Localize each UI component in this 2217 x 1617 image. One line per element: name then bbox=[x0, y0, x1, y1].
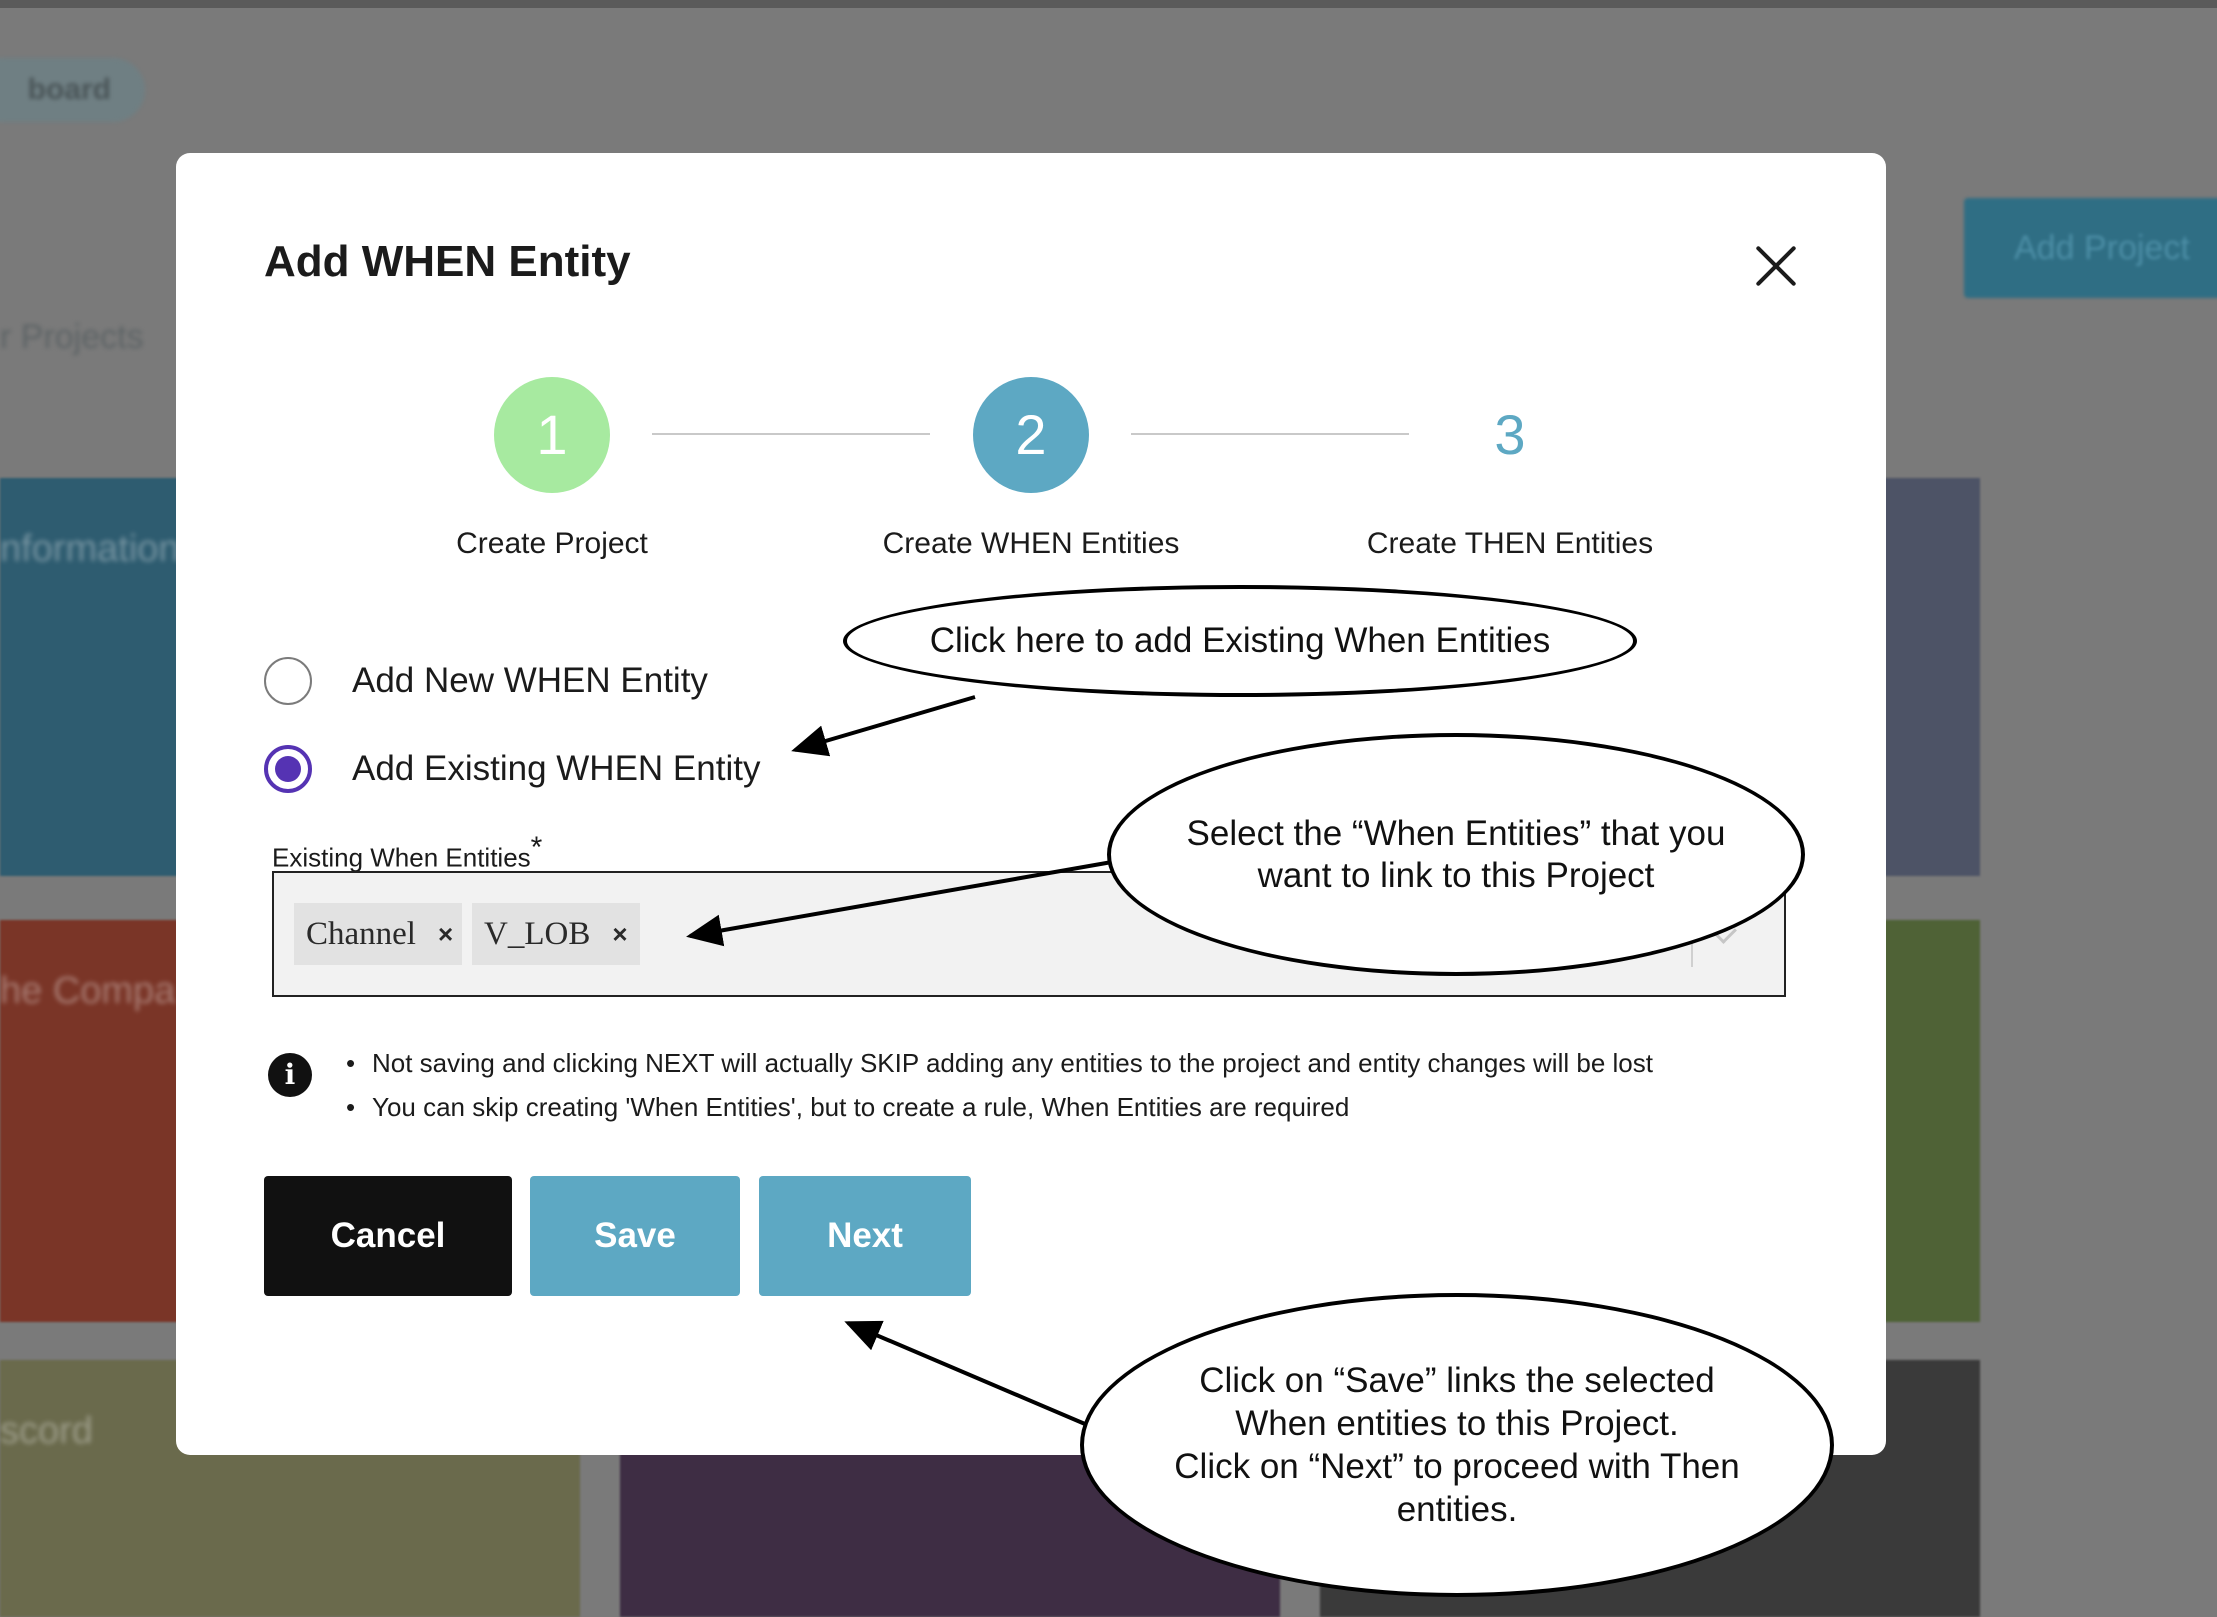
step-2-circle: 2 bbox=[973, 377, 1089, 493]
background-breadcrumb: board bbox=[0, 58, 145, 122]
background-topbar bbox=[0, 0, 2217, 8]
annotation-text: Click on “Save” links the selected When … bbox=[1174, 1361, 1740, 1529]
close-icon[interactable] bbox=[1753, 243, 1799, 289]
annotation-callout-select: Select the “When Entities” that you want… bbox=[1107, 733, 1805, 976]
chip-remove-icon[interactable]: × bbox=[438, 919, 453, 950]
background-tile-label: scord bbox=[0, 1410, 93, 1452]
chip-label: V_LOB bbox=[484, 915, 591, 952]
modal-title: Add WHEN Entity bbox=[264, 237, 631, 286]
radio-add-new-when-entity[interactable]: Add New WHEN Entity bbox=[264, 653, 708, 709]
radio-button-checked[interactable] bbox=[264, 745, 312, 793]
step-3-number: 3 bbox=[1494, 403, 1526, 466]
existing-when-entities-label: Existing When Entities* bbox=[272, 831, 542, 874]
background-tile: he Compa bbox=[0, 920, 190, 1322]
radio-label: Add New WHEN Entity bbox=[352, 661, 708, 700]
stepper-connector bbox=[652, 433, 930, 435]
required-mark: * bbox=[530, 831, 543, 864]
step-3-label: Create THEN Entities bbox=[1366, 527, 1654, 560]
radio-label: Add Existing WHEN Entity bbox=[352, 749, 761, 788]
radio-button-unchecked[interactable] bbox=[264, 657, 312, 705]
step-1-label: Create Project bbox=[456, 527, 648, 560]
background-heading: r Projects bbox=[0, 318, 144, 356]
next-button[interactable]: Next bbox=[759, 1176, 971, 1296]
selected-chip-v-lob: V_LOB × bbox=[472, 903, 640, 965]
step-1-circle: 1 bbox=[494, 377, 610, 493]
annotation-text: Select the “When Entities” that you want… bbox=[1186, 813, 1726, 895]
info-note: You can skip creating 'When Entities', b… bbox=[346, 1085, 1653, 1129]
field-label-text: Existing When Entities bbox=[272, 842, 531, 873]
background-add-project-button: Add Project bbox=[1964, 198, 2217, 298]
background-tile-label: nformation bbox=[0, 528, 180, 570]
info-note: Not saving and clicking NEXT will actual… bbox=[346, 1041, 1653, 1085]
background-tile: nformation bbox=[0, 478, 190, 876]
annotation-callout-existing: Click here to add Existing When Entities bbox=[843, 585, 1637, 697]
info-notes: Not saving and clicking NEXT will actual… bbox=[346, 1041, 1653, 1129]
background-tile bbox=[1880, 478, 1980, 876]
info-icon: i bbox=[268, 1053, 312, 1097]
save-button[interactable]: Save bbox=[530, 1176, 740, 1296]
selected-chip-channel: Channel × bbox=[294, 903, 462, 965]
stepper-connector bbox=[1131, 433, 1409, 435]
chip-label: Channel bbox=[306, 915, 416, 952]
background-tile bbox=[1880, 920, 1980, 1322]
annotation-callout-save-next: Click on “Save” links the selected When … bbox=[1080, 1293, 1834, 1597]
chip-remove-icon[interactable]: × bbox=[612, 919, 627, 950]
background-tile-label: he Compa bbox=[0, 970, 176, 1012]
step-2-label: Create WHEN Entities bbox=[882, 527, 1180, 560]
cancel-button[interactable]: Cancel bbox=[264, 1176, 512, 1296]
annotation-text: Click here to add Existing When Entities bbox=[929, 621, 1551, 660]
radio-add-existing-when-entity[interactable]: Add Existing WHEN Entity bbox=[264, 741, 760, 797]
